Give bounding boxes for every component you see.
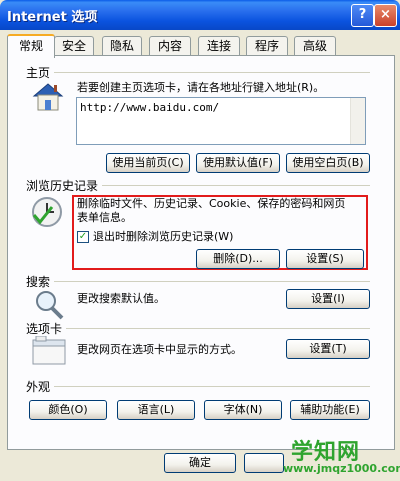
history-clock-icon [32,197,62,227]
use-default-button[interactable]: 使用默认值(F) [196,153,280,173]
tabs-window-icon [32,336,66,365]
delete-history-button[interactable]: 删除(D)... [196,249,280,269]
cancel-button-partial[interactable] [244,453,284,473]
colors-button[interactable]: 颜色(O) [29,400,107,420]
site-watermark: 学知网 www.jmqz1000.com [283,434,400,480]
tab-advanced[interactable]: 高级 [294,36,336,55]
delete-on-exit-label[interactable]: 退出时删除浏览历史记录(W) [93,230,233,244]
tabs-description: 更改网页在选项卡中显示的方式。 [77,343,242,356]
tab-general[interactable]: 常规 [7,34,55,58]
homepage-url-text: http://www.baidu.com/ [80,101,220,114]
tab-security[interactable]: 安全 [54,36,94,55]
search-settings-button[interactable]: 设置(I) [286,289,370,309]
home-description: 若要创建主页选项卡，请在各地址行键入地址(R)。 [77,81,325,94]
home-group-line [54,72,370,73]
tab-privacy[interactable]: 隐私 [102,36,142,55]
history-settings-button[interactable]: 设置(S) [286,249,364,269]
tab-connections[interactable]: 连接 [198,36,240,55]
tab-programs[interactable]: 程序 [246,36,288,55]
accessibility-button[interactable]: 辅助功能(E) [290,400,370,420]
help-button[interactable]: ? [351,4,374,27]
use-blank-button[interactable]: 使用空白页(B) [286,153,370,173]
homepage-url-textarea[interactable]: http://www.baidu.com/ [76,97,366,145]
search-group-line [54,281,370,282]
appearance-group-line [54,386,370,387]
close-button[interactable]: × [374,4,397,27]
history-description-line2: 表单信息。 [77,211,132,224]
tabs-settings-button[interactable]: 设置(T) [286,339,370,359]
url-scrollbar[interactable] [350,98,365,144]
home-icon [32,83,64,111]
tabs-group-title: 选项卡 [26,322,63,336]
history-group-line [102,185,370,186]
search-description: 更改搜索默认值。 [77,292,165,305]
appearance-group-title: 外观 [26,380,51,394]
window-title: Internet 选项 [7,10,98,25]
tab-content[interactable]: 内容 [149,36,191,55]
home-group-title: 主页 [26,66,51,80]
history-group-title: 浏览历史记录 [26,179,99,193]
title-bar[interactable]: Internet 选项 ? × [0,0,400,30]
languages-button[interactable]: 语言(L) [117,400,195,420]
watermark-url: www.jmqz1000.com [283,462,400,475]
delete-on-exit-checkbox[interactable]: ✓ [77,231,89,243]
ok-button[interactable]: 确定 [164,453,236,473]
history-description-line1: 删除临时文件、历史记录、Cookie、保存的密码和网页 [77,197,346,210]
internet-options-window: Internet 选项 ? × 常规 安全 隐私 内容 连接 程序 高级 主页 … [0,0,400,481]
use-current-button[interactable]: 使用当前页(C) [106,153,190,173]
tabs-group-line [66,328,370,329]
fonts-button[interactable]: 字体(N) [204,400,282,420]
search-magnifier-icon [36,291,64,320]
